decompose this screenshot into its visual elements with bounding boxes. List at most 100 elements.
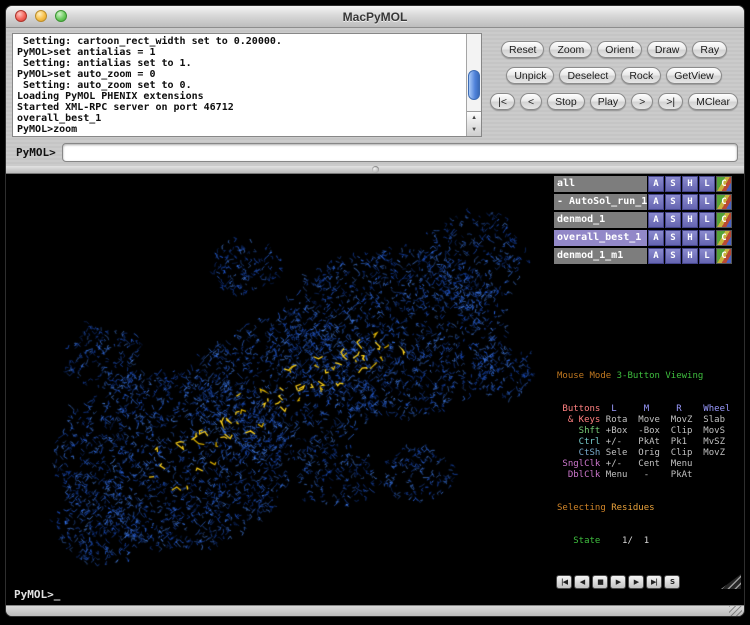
object-button-l[interactable]: L	[699, 248, 715, 264]
vcr-rewind-button[interactable]: |◀	[556, 575, 572, 589]
toolbar-button-draw[interactable]: Draw	[647, 41, 688, 58]
selecting-row[interactable]: Selecting Residues	[557, 503, 744, 514]
object-name[interactable]: all	[554, 176, 647, 192]
console-line: overall_best_1	[17, 113, 466, 124]
object-name[interactable]: overall_best_1	[554, 230, 647, 246]
mouse-row-label: Shft	[557, 426, 600, 436]
object-button-s[interactable]: S	[665, 194, 681, 210]
command-row: PyMOL>	[12, 143, 738, 162]
console-scrollbar[interactable]: ▲ ▼	[466, 34, 481, 136]
mouse-row-cells: +Box -Box Clip MovS	[600, 426, 725, 436]
vcr-play-button[interactable]: ▶	[610, 575, 626, 589]
splitter-dimple	[372, 166, 379, 173]
toolbar-button-orient[interactable]: Orient	[597, 41, 642, 58]
molecule-viewport[interactable]	[6, 174, 554, 605]
object-name[interactable]: - AutoSol_run_1_	[554, 194, 647, 210]
toolbar-button-reset[interactable]: Reset	[501, 41, 544, 58]
object-button-l[interactable]: L	[699, 194, 715, 210]
toolbar-button-back[interactable]: <	[520, 93, 542, 110]
toolbar-button-end[interactable]: >|	[658, 93, 683, 110]
object-button-a[interactable]: A	[648, 230, 664, 246]
object-button-h[interactable]: H	[682, 248, 698, 264]
vcr-forward-button[interactable]: ▶	[628, 575, 644, 589]
mouse-row-cells: L M R Wheel	[600, 404, 730, 414]
console-line: PyMOL>zoom	[17, 124, 466, 135]
object-name[interactable]: denmod_1	[554, 212, 647, 228]
mouse-row-cells: Sele Orig Clip MovZ	[600, 448, 725, 458]
object-row: denmod_1_m1ASHLC	[554, 248, 732, 264]
object-row: denmod_1ASHLC	[554, 212, 732, 228]
internal-gui-resize-grip[interactable]	[721, 574, 741, 589]
mouse-matrix-row: DblClk Menu - PkAt	[557, 470, 744, 481]
object-button-l[interactable]: L	[699, 176, 715, 192]
mouse-matrix-row: Shft +Box -Box Clip MovS	[557, 426, 744, 437]
toolbar-button-rewind[interactable]: |<	[490, 93, 515, 110]
mouse-row-label: Buttons	[557, 404, 600, 414]
toolbar-button-deselect[interactable]: Deselect	[559, 67, 616, 84]
command-input[interactable]	[62, 143, 738, 162]
upper-panel: Setting: cartoon_rect_width set to 0.200…	[6, 28, 744, 166]
selecting-label: Selecting	[557, 503, 611, 513]
object-button-a[interactable]: A	[648, 194, 664, 210]
toolbar-button-mclear[interactable]: MClear	[688, 93, 738, 110]
console-line: Setting: antialias set to 1.	[17, 58, 466, 69]
object-button-s[interactable]: S	[665, 212, 681, 228]
window-title: MacPyMOL	[343, 10, 408, 24]
object-button-c[interactable]: C	[716, 212, 732, 228]
bottom-bar	[6, 605, 744, 617]
vcr-s-button[interactable]: S	[664, 575, 680, 589]
toolbar-button-forward[interactable]: >	[631, 93, 653, 110]
mouse-matrix: Buttons L M R Wheel & Keys Rota Move Mov…	[557, 404, 744, 481]
vcr-back-button[interactable]: ◀	[574, 575, 590, 589]
object-name[interactable]: denmod_1_m1	[554, 248, 647, 264]
console-line: Loading PyMOL PHENIX extensions	[17, 91, 466, 102]
object-button-c[interactable]: C	[716, 248, 732, 264]
mouse-mode-row[interactable]: Mouse Mode 3-Button Viewing	[557, 371, 744, 382]
scroll-up-icon[interactable]: ▲	[467, 112, 481, 124]
mouse-row-label: CtSh	[557, 448, 600, 458]
scroll-down-icon[interactable]: ▼	[467, 124, 481, 136]
panel-splitter[interactable]	[6, 166, 744, 174]
object-button-s[interactable]: S	[665, 176, 681, 192]
toolbar-button-stop[interactable]: Stop	[547, 93, 585, 110]
vcr-stop-button[interactable]: ■	[592, 575, 608, 589]
mouse-row-label: Ctrl	[557, 437, 600, 447]
vcr-end-button[interactable]: ▶|	[646, 575, 662, 589]
console-line: PyMOL>set antialias = 1	[17, 47, 466, 58]
mouse-matrix-row: Ctrl +/- PkAt Pk1 MvSZ	[557, 437, 744, 448]
scrollbar-thumb[interactable]	[468, 70, 480, 100]
object-button-s[interactable]: S	[665, 230, 681, 246]
object-button-h[interactable]: H	[682, 230, 698, 246]
object-button-a[interactable]: A	[648, 176, 664, 192]
toolbar-button-rock[interactable]: Rock	[621, 67, 661, 84]
toolbar-button-zoom[interactable]: Zoom	[549, 41, 592, 58]
object-button-a[interactable]: A	[648, 248, 664, 264]
toolbar-button-ray[interactable]: Ray	[692, 41, 727, 58]
object-button-l[interactable]: L	[699, 230, 715, 246]
resize-grip[interactable]	[729, 606, 742, 617]
state-label: State	[557, 536, 600, 546]
mouse-row-label: SnglClk	[557, 459, 600, 469]
object-button-c[interactable]: C	[716, 194, 732, 210]
close-window-button[interactable]	[15, 10, 27, 22]
zoom-window-button[interactable]	[55, 10, 67, 22]
toolbar-button-getview[interactable]: GetView	[666, 67, 722, 84]
toolbar-button-unpick[interactable]: Unpick	[506, 67, 554, 84]
minimize-window-button[interactable]	[35, 10, 47, 22]
object-button-l[interactable]: L	[699, 212, 715, 228]
object-button-h[interactable]: H	[682, 212, 698, 228]
object-row: overall_best_1ASHLC	[554, 230, 732, 246]
object-button-c[interactable]: C	[716, 230, 732, 246]
object-button-c[interactable]: C	[716, 176, 732, 192]
mouse-matrix-row: SnglClk +/- Cent Menu	[557, 459, 744, 470]
movie-controls: |◀◀■▶▶▶|S	[556, 574, 741, 589]
mouse-matrix-row: CtSh Sele Orig Clip MovZ	[557, 448, 744, 459]
toolbar-button-play[interactable]: Play	[590, 93, 626, 110]
object-button-a[interactable]: A	[648, 212, 664, 228]
object-button-s[interactable]: S	[665, 248, 681, 264]
mouse-row-cells: +/- Cent Menu	[600, 459, 692, 469]
object-button-h[interactable]: H	[682, 194, 698, 210]
object-button-h[interactable]: H	[682, 176, 698, 192]
title-bar[interactable]: MacPyMOL	[6, 6, 744, 28]
viewport-area: PyMOL>_ allASHLC- AutoSol_run_1_ASHLCden…	[6, 174, 744, 605]
